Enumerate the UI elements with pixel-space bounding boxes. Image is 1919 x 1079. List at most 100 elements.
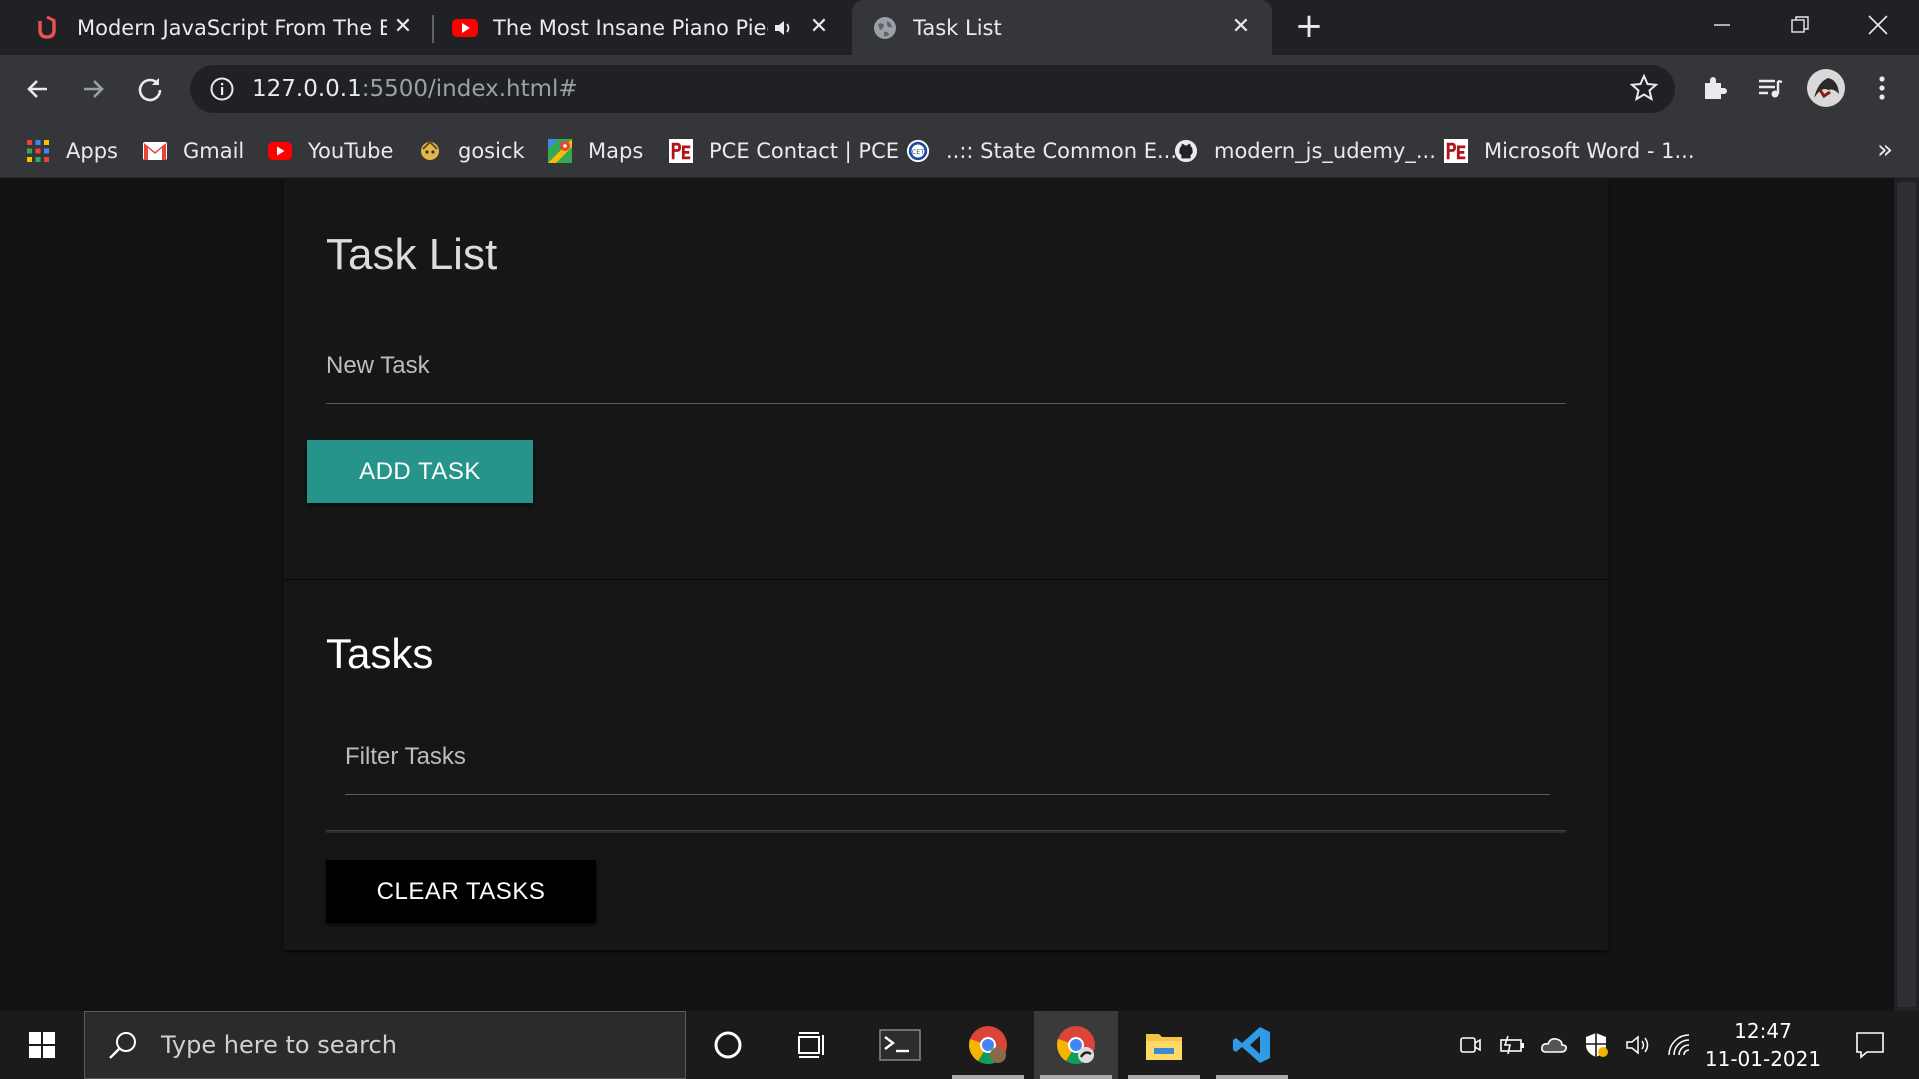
udemy-icon: [36, 15, 62, 41]
file-explorer-icon[interactable]: [1122, 1011, 1206, 1079]
tab-title: Modern JavaScript From The Beg: [77, 15, 387, 40]
close-window-button[interactable]: [1839, 0, 1917, 50]
wifi-icon[interactable]: [1660, 1011, 1700, 1079]
avatar[interactable]: [1806, 68, 1846, 108]
gmail-icon: [143, 139, 167, 163]
bookmark-gosick[interactable]: gosick: [418, 123, 525, 178]
page-title: Task List: [326, 230, 498, 279]
info-icon[interactable]: [206, 73, 238, 105]
bookmark-star-icon[interactable]: [1629, 73, 1661, 105]
bookmark-label: YouTube: [308, 138, 394, 163]
windows-taskbar: Type here to search 12:47 11-01-2021: [0, 1011, 1919, 1079]
bookmark-pce-contact[interactable]: PCE Contact | PCE: [669, 123, 899, 178]
bookmark-label: gosick: [458, 138, 525, 163]
reload-button[interactable]: [129, 68, 171, 110]
bookmarks-overflow-button[interactable]: »: [1877, 135, 1893, 165]
meet-now-icon[interactable]: [1450, 1011, 1490, 1079]
clear-tasks-button[interactable]: CLEAR TASKS: [326, 860, 596, 923]
running-indicator: [1216, 1075, 1288, 1079]
volume-icon[interactable]: [1618, 1011, 1658, 1079]
forward-button[interactable]: [72, 68, 114, 110]
back-button[interactable]: [17, 68, 59, 110]
media-control-icon[interactable]: [1750, 68, 1790, 108]
tab-title: Task List: [913, 15, 1002, 40]
filter-underline: [345, 794, 1550, 795]
globe-icon: [872, 15, 898, 41]
url-path: :5500/index.html#: [361, 76, 578, 102]
bookmark-label: Apps: [66, 138, 118, 163]
github-icon: [1174, 139, 1198, 163]
close-icon[interactable]: ✕: [808, 16, 830, 38]
url-text[interactable]: 127.0.0.1:5500/index.html#: [252, 76, 578, 102]
bookmark-label: modern_js_udemy_...: [1214, 138, 1436, 163]
new-task-underline: [326, 403, 1566, 404]
tab-task-list[interactable]: Task List ✕: [852, 0, 1272, 55]
tab-udemy[interactable]: Modern JavaScript From The Beg ✕: [36, 0, 426, 55]
close-icon[interactable]: ✕: [392, 16, 414, 38]
bookmark-label: Gmail: [183, 138, 245, 163]
new-tab-button[interactable]: +: [1292, 9, 1326, 44]
running-indicator: [1040, 1075, 1112, 1079]
add-task-button[interactable]: ADD TASK: [307, 440, 533, 503]
tasks-card: Tasks Filter Tasks CLEAR TASKS: [284, 580, 1608, 950]
terminal-icon[interactable]: [858, 1011, 942, 1079]
youtube-icon: [452, 15, 478, 41]
menu-kebab-icon[interactable]: [1862, 68, 1902, 108]
bookmark-apps[interactable]: Apps: [26, 123, 118, 178]
cortana-icon[interactable]: [686, 1011, 770, 1079]
url-host: 127.0.0.1: [252, 76, 362, 102]
minimize-button[interactable]: [1683, 0, 1761, 50]
running-indicator: [952, 1075, 1024, 1079]
task-list-divider: [326, 830, 1566, 833]
tab-strip: Modern JavaScript From The Beg ✕ The Mos…: [0, 0, 1919, 55]
speaker-icon[interactable]: [772, 17, 794, 44]
extensions-icon[interactable]: [1694, 68, 1734, 108]
restore-button[interactable]: [1761, 0, 1839, 50]
filter-tasks-input[interactable]: Filter Tasks: [345, 743, 1550, 783]
new-task-input[interactable]: New Task: [326, 352, 1566, 392]
task-view-icon[interactable]: [770, 1011, 854, 1079]
taskbar-search-placeholder: Type here to search: [161, 1031, 397, 1059]
gosick-icon: [418, 139, 442, 163]
taskbar-search-box[interactable]: Type here to search: [84, 1011, 686, 1079]
chrome-profile-icon[interactable]: [1034, 1011, 1118, 1079]
chrome-icon[interactable]: [946, 1011, 1030, 1079]
running-indicator: [1128, 1075, 1200, 1079]
bookmark-microsoft-word[interactable]: Microsoft Word - 1...: [1444, 123, 1695, 178]
bookmark-label: PCE Contact | PCE: [709, 138, 899, 163]
battery-icon[interactable]: [1492, 1011, 1532, 1079]
pce-icon: [669, 138, 693, 163]
page-scrollbar[interactable]: [1894, 178, 1919, 1011]
tasks-heading: Tasks: [326, 630, 434, 677]
tab-youtube[interactable]: The Most Insane Piano Piece ✕: [452, 0, 842, 55]
scrollbar-thumb[interactable]: [1897, 182, 1916, 1007]
bookmark-label: ..:: State Common E...: [946, 138, 1177, 163]
taskbar-clock[interactable]: 12:47 11-01-2021: [1696, 1017, 1830, 1073]
bookmark-gmail[interactable]: Gmail: [143, 123, 244, 178]
clock-date: 11-01-2021: [1704, 1047, 1822, 1071]
security-shield-icon[interactable]: [1576, 1011, 1616, 1079]
pce-icon: [1444, 138, 1468, 163]
tab-title: The Most Insane Piano Piece: [493, 15, 768, 40]
bookmark-state-common[interactable]: CET ..:: State Common E...: [906, 123, 1177, 178]
cet-icon: CET: [906, 139, 930, 163]
onedrive-icon[interactable]: [1534, 1011, 1574, 1079]
browser-toolbar: 127.0.0.1:5500/index.html#: [0, 55, 1919, 123]
bookmarks-bar: Apps Gmail YouTube gosick Maps PCE Conta…: [0, 123, 1919, 178]
vscode-icon[interactable]: [1210, 1011, 1294, 1079]
close-icon[interactable]: ✕: [1230, 16, 1252, 38]
bookmark-youtube[interactable]: YouTube: [268, 123, 393, 178]
bookmark-label: Maps: [588, 138, 644, 163]
notification-center-icon[interactable]: [1840, 1011, 1900, 1079]
address-bar[interactable]: 127.0.0.1:5500/index.html#: [190, 65, 1675, 113]
youtube-icon: [268, 139, 292, 163]
windows-start-button[interactable]: [0, 1011, 84, 1079]
svg-text:CET: CET: [912, 147, 925, 155]
add-task-card: Task List New Task ADD TASK: [284, 178, 1608, 579]
bookmark-label: Microsoft Word - 1...: [1484, 138, 1695, 163]
bookmark-modern-js[interactable]: modern_js_udemy_...: [1174, 123, 1436, 178]
clock-time: 12:47: [1734, 1019, 1792, 1043]
bookmark-maps[interactable]: Maps: [548, 123, 643, 178]
maps-icon: [548, 138, 572, 163]
apps-grid-icon: [26, 139, 50, 163]
